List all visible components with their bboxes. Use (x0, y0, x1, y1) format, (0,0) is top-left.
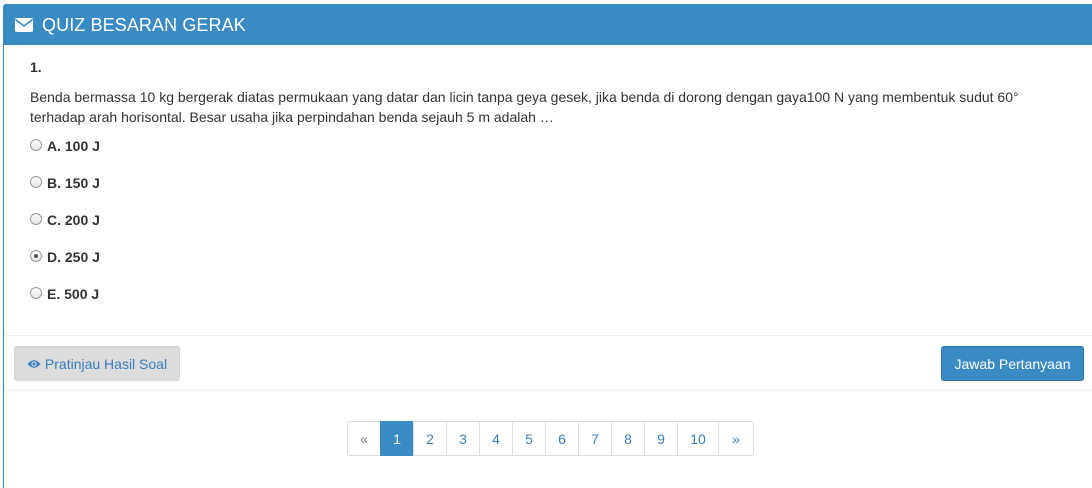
pagination-next[interactable]: » (718, 421, 754, 456)
option-b-label: B. 150 J (47, 175, 100, 191)
option-e-radio[interactable] (30, 287, 42, 299)
answer-question-button[interactable]: Jawab Pertanyaan (941, 346, 1084, 381)
quiz-panel: QUIZ BESARAN GERAK 1. Benda bermassa 10 … (3, 4, 1092, 488)
page-9[interactable]: 9 (644, 421, 678, 456)
panel-heading: QUIZ BESARAN GERAK (4, 5, 1092, 45)
page-3[interactable]: 3 (446, 421, 480, 456)
option-d-label: D. 250 J (47, 249, 100, 265)
page-7[interactable]: 7 (578, 421, 612, 456)
question-number: 1. (30, 59, 42, 75)
option-a-label: A. 100 J (47, 138, 100, 154)
page-8[interactable]: 8 (611, 421, 645, 456)
option-c-radio[interactable] (30, 213, 42, 225)
question-text: Benda bermassa 10 kg bergerak diatas per… (30, 89, 1019, 125)
page-5[interactable]: 5 (512, 421, 546, 456)
option-e[interactable]: E. 500 J (30, 284, 99, 304)
option-d[interactable]: D. 250 J (30, 247, 100, 267)
divider (4, 335, 1092, 336)
pagination: « 1 2 3 4 5 6 7 8 9 10 » (347, 421, 754, 456)
page-10[interactable]: 10 (677, 421, 719, 456)
pagination-prev[interactable]: « (347, 421, 381, 456)
option-c-label: C. 200 J (47, 212, 100, 228)
eye-icon (27, 359, 41, 369)
option-a[interactable]: A. 100 J (30, 136, 100, 156)
quiz-title: QUIZ BESARAN GERAK (42, 14, 246, 35)
option-e-label: E. 500 J (47, 286, 100, 302)
page-4[interactable]: 4 (479, 421, 513, 456)
page-6[interactable]: 6 (545, 421, 579, 456)
page-1[interactable]: 1 (380, 421, 414, 456)
option-c[interactable]: C. 200 J (30, 210, 100, 230)
divider (4, 390, 1092, 391)
page-2[interactable]: 2 (413, 421, 447, 456)
option-b[interactable]: B. 150 J (30, 173, 100, 193)
preview-results-label: Pratinjau Hasil Soal (44, 355, 168, 372)
option-a-radio[interactable] (30, 139, 42, 151)
preview-results-button[interactable]: Pratinjau Hasil Soal (14, 346, 180, 381)
option-d-radio[interactable] (30, 250, 42, 262)
envelope-icon (15, 18, 33, 32)
option-b-radio[interactable] (30, 176, 42, 188)
